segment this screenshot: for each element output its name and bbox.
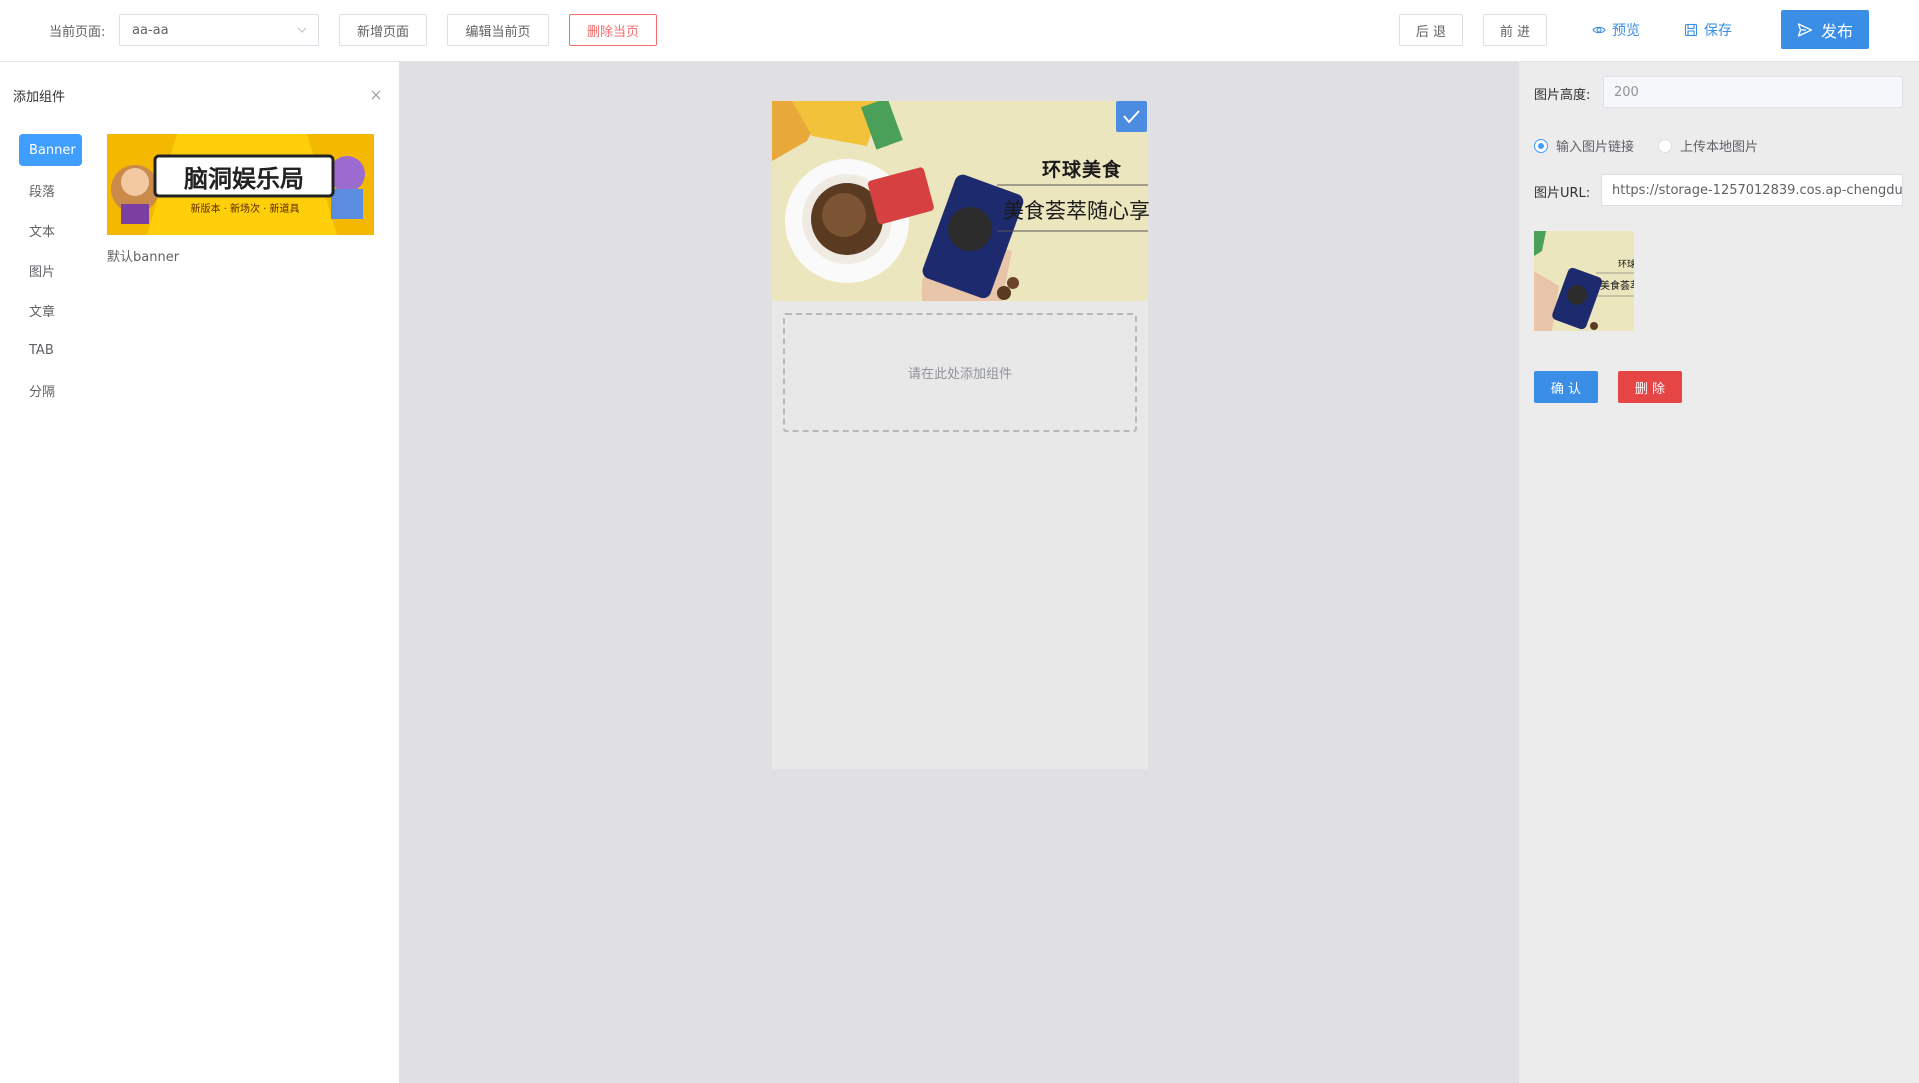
delete-button[interactable]: 删 除 [1618,371,1682,403]
selected-check[interactable] [1116,101,1147,132]
category-banner[interactable]: Banner [19,134,82,166]
send-icon [1797,22,1813,37]
save-label: 保存 [1704,23,1732,39]
banner-subtitle: 美食荟萃随心享 [1003,199,1150,223]
image-height-label: 图片高度: [1534,88,1591,103]
preview-label: 预览 [1612,23,1640,39]
preview-button[interactable]: 预览 [1592,20,1640,40]
top-toolbar: 当前页面: aa-aa 新增页面 编辑当前页 删除当页 后 退 前 进 预览 保… [0,0,1919,62]
category-paragraph[interactable]: 段落 [19,174,82,206]
chevron-down-icon [297,27,307,33]
category-text[interactable]: 文本 [19,214,82,246]
radio-image-link[interactable]: 输入图片链接 [1534,136,1634,155]
thumb-subtitle: 美食荟萃随心享 [1600,281,1634,292]
image-preview-thumbnail: 环球美食 美食荟萃随心享 [1534,231,1634,331]
eye-icon [1592,26,1606,34]
category-article[interactable]: 文章 [19,294,82,326]
radio-upload-local[interactable]: 上传本地图片 [1658,136,1758,155]
banner-caption: 默认banner [107,250,180,265]
current-page-label: 当前页面: [49,25,106,40]
panel-title: 添加组件 [13,90,66,105]
radio-link-label: 输入图片链接 [1556,140,1635,155]
confirm-button[interactable]: 确 认 [1534,371,1598,403]
image-url-label: 图片URL: [1534,186,1591,201]
category-tab[interactable]: TAB [19,334,82,366]
default-banner-thumbnail[interactable]: 脑洞娱乐局 新版本 · 新场次 · 新道具 [107,134,374,235]
component-panel: 添加组件 Banner 段落 文本 图片 文章 TAB 分隔 脑洞娱乐局 新版本… [0,62,399,1083]
radio-checked-icon [1534,138,1548,153]
save-icon [1684,23,1698,37]
publish-button[interactable]: 发布 [1781,10,1869,49]
properties-panel [1519,62,1919,1083]
check-icon [1123,110,1140,124]
page-select-value: aa-aa [132,23,169,38]
close-icon[interactable] [370,89,382,101]
save-button[interactable]: 保存 [1684,20,1732,40]
radio-upload-label: 上传本地图片 [1680,140,1759,155]
banner-title: 环球美食 [1042,159,1123,181]
delete-page-button[interactable]: 删除当页 [569,14,657,46]
radio-unchecked-icon [1658,138,1672,153]
back-button[interactable]: 后 退 [1399,14,1463,46]
image-height-input[interactable]: 200 [1603,76,1903,108]
publish-label: 发布 [1820,21,1853,41]
banner-logo-text: 脑洞娱乐局 [184,165,304,193]
image-url-input[interactable]: https://storage-1257012839.cos.ap-chengd… [1601,174,1903,206]
add-page-button[interactable]: 新增页面 [339,14,427,46]
page-select[interactable]: aa-aa [119,14,319,46]
category-image[interactable]: 图片 [19,254,82,286]
component-dropzone[interactable]: 请在此处添加组件 [783,313,1137,432]
forward-button[interactable]: 前 进 [1483,14,1547,46]
banner-logo-sub: 新版本 · 新场次 · 新道具 [190,204,300,215]
thumb-title: 环球美食 [1618,260,1634,270]
edit-page-button[interactable]: 编辑当前页 [447,14,549,46]
category-divider[interactable]: 分隔 [19,374,82,406]
